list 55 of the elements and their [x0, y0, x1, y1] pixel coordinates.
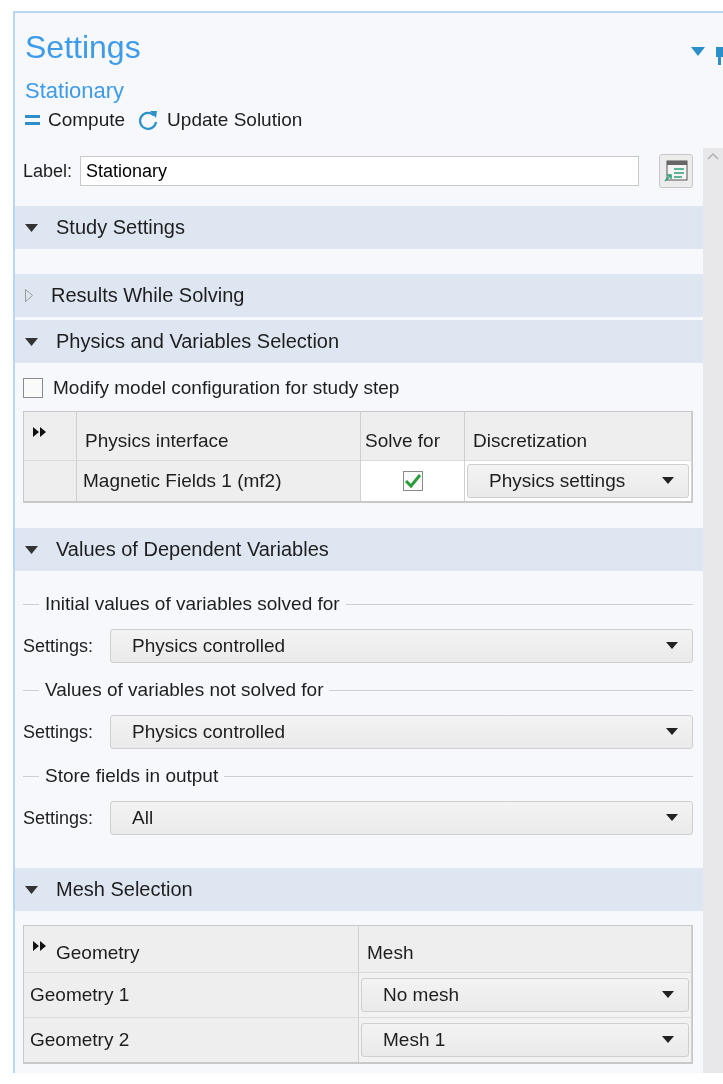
refresh-icon	[137, 109, 160, 131]
pin-icon[interactable]	[715, 47, 723, 65]
column-header: Solve for	[365, 430, 440, 452]
table-cell: Magnetic Fields 1 (mf2)	[83, 470, 282, 492]
caret-icon	[662, 991, 674, 999]
field-label: Settings:	[23, 721, 94, 743]
caret-icon	[662, 1036, 674, 1044]
section-header[interactable]: Results While Solving	[15, 274, 703, 317]
expand-columns-icon	[33, 427, 47, 437]
scrollbar[interactable]	[703, 148, 723, 1073]
node-name: Stationary	[25, 77, 126, 105]
section-header[interactable]: Physics and Variables Selection	[15, 320, 703, 363]
dropdown[interactable]: All	[110, 801, 693, 835]
table-cell: Geometry 2	[30, 1029, 130, 1051]
group-title: Store fields in output	[45, 765, 219, 787]
equals-icon	[25, 115, 40, 125]
expanded-icon	[25, 885, 38, 894]
group-title: Initial values of variables solved for	[45, 593, 340, 615]
column-header: Physics interface	[85, 430, 229, 452]
group-title: Values of variables not solved for	[45, 679, 324, 701]
section-header[interactable]: Values of Dependent Variables	[15, 528, 703, 571]
panel-title: Settings	[25, 28, 142, 67]
checkbox-label: Modify model configuration for study step	[53, 377, 400, 399]
caret-icon	[662, 477, 674, 485]
dropdown[interactable]: Physics settings	[467, 464, 689, 498]
caret-icon	[666, 814, 678, 822]
dropdown[interactable]: Physics controlled	[110, 629, 693, 663]
caret-icon	[666, 642, 678, 650]
section-header[interactable]: Study Settings	[15, 206, 703, 249]
dropdown[interactable]: Physics controlled	[110, 715, 693, 749]
column-header: Mesh	[367, 942, 414, 964]
column-header: Discretization	[473, 430, 588, 452]
collapsed-icon	[25, 289, 33, 302]
checkbox[interactable]	[402, 471, 423, 491]
dropdown[interactable]: No mesh	[361, 978, 689, 1012]
expanded-icon	[25, 223, 38, 232]
label-field[interactable]: Stationary	[80, 156, 639, 186]
expanded-icon	[25, 337, 38, 346]
dropdown[interactable]: Mesh 1	[361, 1023, 689, 1057]
field-label: Settings:	[23, 807, 94, 829]
comment-button[interactable]	[659, 154, 693, 188]
scroll-up-icon[interactable]	[707, 152, 719, 160]
toolbar-button[interactable]: Update Solution	[137, 109, 303, 131]
note-icon	[664, 160, 688, 182]
toolbar-button[interactable]: Compute	[25, 109, 126, 131]
checkbox[interactable]	[23, 378, 43, 398]
table-cell: Geometry 1	[30, 984, 130, 1006]
expand-columns-icon	[33, 941, 47, 951]
section-header[interactable]: Mesh Selection	[15, 868, 703, 911]
caret-icon	[666, 728, 678, 736]
column-header: Geometry	[56, 942, 140, 964]
field-label: Label:	[23, 160, 73, 182]
dropdown-icon[interactable]	[691, 47, 705, 56]
field-label: Settings:	[23, 635, 94, 657]
expanded-icon	[25, 545, 38, 554]
